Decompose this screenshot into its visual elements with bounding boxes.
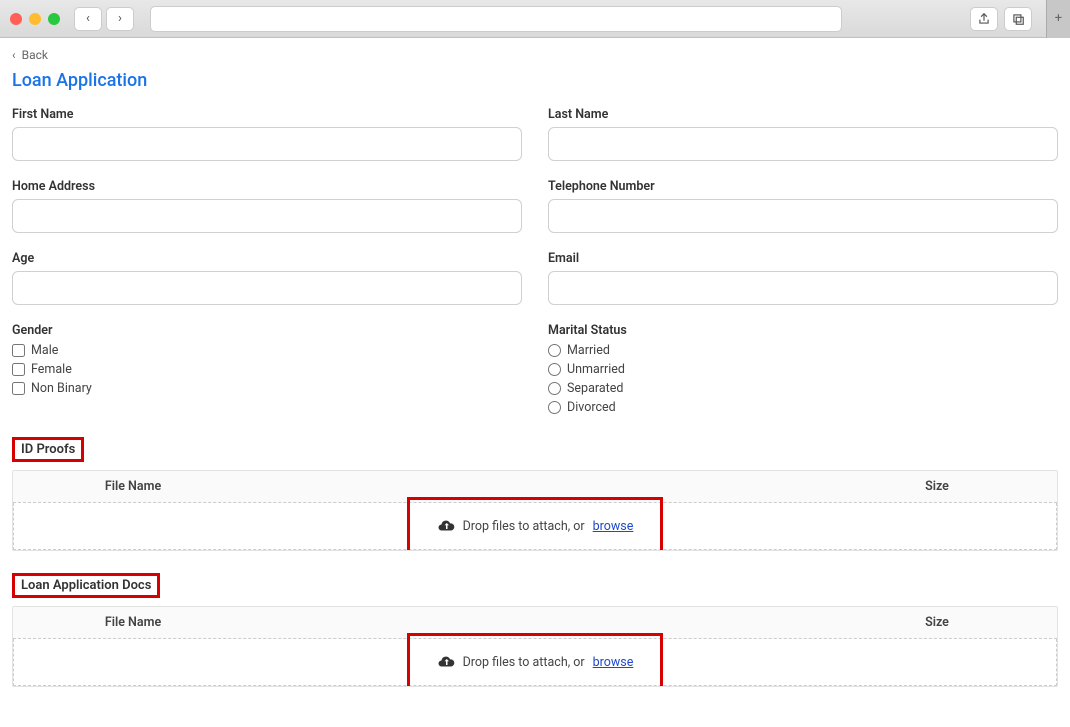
marital-options: Married Unmarried Separated Divorced [548,343,1058,415]
column-size: Size [817,471,1057,502]
browser-chrome: ‹ › + [0,0,1070,38]
page-title: Loan Application [12,70,1058,91]
email-input[interactable] [548,271,1058,305]
tabs-icon [1011,12,1025,26]
marital-option-married[interactable]: Married [548,343,1058,358]
home-address-input[interactable] [12,199,522,233]
marital-radio-separated[interactable] [548,382,561,395]
browse-link[interactable]: browse [593,519,634,534]
dropzone-text: Drop files to attach, or [463,519,585,534]
dropzone-text: Drop files to attach, or [463,655,585,670]
field-gender: Gender Male Female Non Binary [12,323,522,415]
share-icon [977,12,991,26]
gender-option-female[interactable]: Female [12,362,522,377]
field-last-name: Last Name [548,107,1058,161]
window-controls [10,13,60,25]
url-input[interactable] [150,6,842,32]
marital-option-label: Unmarried [567,362,625,377]
new-tab-button[interactable]: + [1046,0,1070,38]
marital-radio-married[interactable] [548,344,561,357]
first-name-input[interactable] [12,127,522,161]
id-proofs-dropzone[interactable]: Drop files to attach, or browse [13,503,1057,550]
column-size: Size [817,607,1057,638]
email-label: Email [548,251,1058,266]
gender-option-label: Non Binary [31,381,92,396]
marital-option-unmarried[interactable]: Unmarried [548,362,1058,377]
gender-label: Gender [12,323,522,338]
form-grid: First Name Last Name Home Address Teleph… [12,107,1058,415]
telephone-input[interactable] [548,199,1058,233]
gender-options: Male Female Non Binary [12,343,522,396]
close-window-icon[interactable] [10,13,22,25]
age-input[interactable] [12,271,522,305]
back-label: Back [22,48,48,62]
marital-radio-divorced[interactable] [548,401,561,414]
chevron-right-icon: › [118,11,122,26]
loan-docs-dropzone[interactable]: Drop files to attach, or browse [13,639,1057,686]
browser-forward-button[interactable]: › [106,7,134,31]
field-telephone: Telephone Number [548,179,1058,233]
marital-option-divorced[interactable]: Divorced [548,400,1058,415]
browse-link[interactable]: browse [593,655,634,670]
url-bar [150,6,842,32]
browser-back-button[interactable]: ‹ [74,7,102,31]
gender-checkbox-female[interactable] [12,363,25,376]
maximize-window-icon[interactable] [48,13,60,25]
chevron-left-icon: ‹ [12,48,16,62]
share-button[interactable] [970,7,998,31]
home-address-label: Home Address [12,179,522,194]
marital-option-label: Married [567,343,610,358]
gender-option-nonbinary[interactable]: Non Binary [12,381,522,396]
back-link[interactable]: ‹ Back [12,48,1058,62]
age-label: Age [12,251,522,266]
page-body: ‹ Back Loan Application First Name Last … [0,38,1070,727]
loan-docs-header: File Name Size [13,607,1057,639]
loan-docs-heading: Loan Application Docs [12,573,160,598]
field-age: Age [12,251,522,305]
column-spacer [253,607,817,638]
first-name-label: First Name [12,107,522,122]
id-proofs-header: File Name Size [13,471,1057,503]
gender-option-label: Male [31,343,58,358]
gender-option-male[interactable]: Male [12,343,522,358]
cloud-upload-icon [437,653,455,671]
tabs-button[interactable] [1004,7,1032,31]
toolbar-buttons [970,7,1032,31]
loan-docs-table: File Name Size Drop files to attach, or … [12,606,1058,687]
gender-checkbox-male[interactable] [12,344,25,357]
column-filename: File Name [13,471,253,502]
id-proofs-table: File Name Size Drop files to attach, or … [12,470,1058,551]
chevron-left-icon: ‹ [86,11,90,26]
id-proofs-heading: ID Proofs [12,437,84,462]
marital-radio-unmarried[interactable] [548,363,561,376]
column-filename: File Name [13,607,253,638]
marital-option-label: Divorced [567,400,616,415]
field-email: Email [548,251,1058,305]
marital-option-label: Separated [567,381,623,396]
marital-label: Marital Status [548,323,1058,338]
field-marital-status: Marital Status Married Unmarried Separat… [548,323,1058,415]
gender-checkbox-nonbinary[interactable] [12,382,25,395]
cloud-upload-icon [437,517,455,535]
marital-option-separated[interactable]: Separated [548,381,1058,396]
telephone-label: Telephone Number [548,179,1058,194]
field-home-address: Home Address [12,179,522,233]
minimize-window-icon[interactable] [29,13,41,25]
last-name-label: Last Name [548,107,1058,122]
gender-option-label: Female [31,362,72,377]
plus-icon: + [1055,11,1062,26]
column-spacer [253,471,817,502]
nav-buttons: ‹ › [74,7,134,31]
last-name-input[interactable] [548,127,1058,161]
field-first-name: First Name [12,107,522,161]
